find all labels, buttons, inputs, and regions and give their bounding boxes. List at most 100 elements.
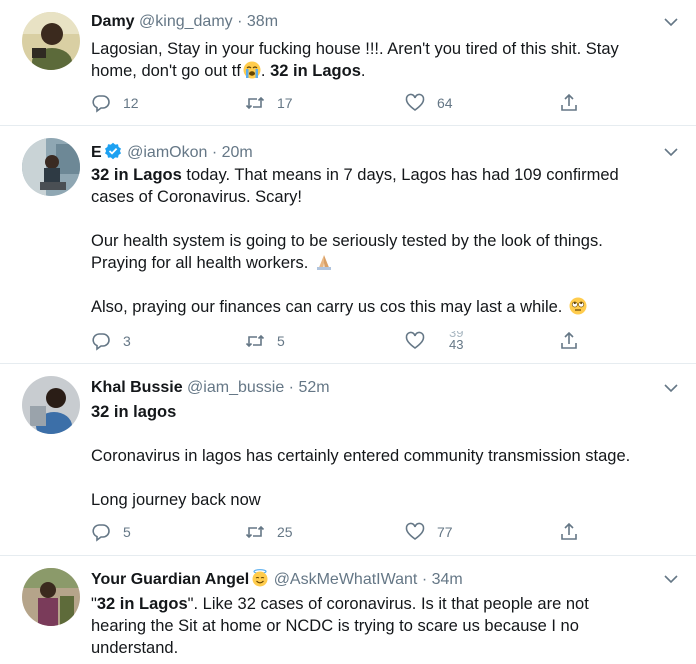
- loudly-crying-face-icon: [243, 61, 261, 79]
- smiling-face-with-halo-icon: [252, 569, 268, 587]
- tweet-text: 32 in lagos Coronavirus in lagos has cer…: [91, 401, 681, 511]
- tweet-khal-bussie[interactable]: Khal Bussie @iam_bussie · 52m 32 in lago…: [0, 364, 696, 556]
- text-line: hearing the Sit at home or NCDC is tryin…: [91, 617, 579, 635]
- timestamp[interactable]: 34m: [432, 571, 463, 588]
- text-line: cases of Coronavirus. Scary!: [91, 188, 302, 206]
- hashtag-bold[interactable]: 32 in Lagos: [97, 595, 188, 613]
- chevron-down-icon[interactable]: [664, 383, 678, 393]
- author-handle[interactable]: @iam_bussie: [187, 379, 284, 396]
- text-line: Lagosian, Stay in your fucking house !!!…: [91, 40, 619, 58]
- text-segment: Also, praying our finances can carry us …: [91, 298, 563, 316]
- text-segment: Praying for all health workers.: [91, 254, 309, 272]
- reply-icon: [92, 95, 110, 113]
- tweet-actions: 12 17 64: [91, 92, 591, 114]
- tweet-header: Damy @king_damy · 38m: [91, 12, 278, 32]
- like-count-animating: 39 43: [437, 331, 463, 351]
- share-icon: [561, 331, 577, 349]
- chevron-down-icon[interactable]: [664, 574, 678, 584]
- chevron-down-icon[interactable]: [664, 147, 678, 157]
- hashtag-bold[interactable]: 32 in Lagos: [270, 62, 361, 80]
- like-button[interactable]: 77: [405, 521, 453, 543]
- author-name[interactable]: Damy: [91, 13, 135, 30]
- text-segment: home, don't go out tf: [91, 62, 241, 80]
- avatar[interactable]: [22, 12, 80, 70]
- tweet-header: Your Guardian Angel @AskMeWhatIWant · 34…: [91, 569, 463, 590]
- retweet-button[interactable]: 5: [245, 330, 285, 352]
- tweet-e[interactable]: E @iamOkon · 20m 32 in Lagos today. That…: [0, 126, 696, 364]
- timestamp[interactable]: 52m: [298, 379, 329, 396]
- tweet-your-guardian-angel[interactable]: Your Guardian Angel @AskMeWhatIWant · 34…: [0, 556, 696, 664]
- reply-count: 5: [123, 524, 131, 540]
- reply-button[interactable]: 5: [91, 521, 131, 543]
- author-name[interactable]: Khal Bussie: [91, 379, 183, 396]
- reply-icon: [92, 524, 110, 542]
- reply-button[interactable]: 12: [91, 92, 139, 114]
- tweet-text: "32 in Lagos". Like 32 cases of coronavi…: [91, 593, 681, 659]
- like-count: 77: [437, 524, 453, 540]
- share-button[interactable]: [559, 330, 579, 352]
- author-name[interactable]: E: [91, 144, 102, 161]
- separator-dot: ·: [421, 571, 428, 588]
- separator-dot: ·: [237, 13, 243, 30]
- retweet-button[interactable]: 17: [245, 92, 293, 114]
- tweet-header: E @iamOkon · 20m: [91, 142, 253, 163]
- reply-count: 3: [123, 333, 131, 349]
- share-icon: [561, 522, 577, 540]
- retweet-icon: [245, 525, 265, 539]
- hashtag-bold[interactable]: 32 in lagos: [91, 403, 176, 421]
- text-line: Praying for all health workers.: [91, 252, 681, 274]
- tweet-actions: 3 5 39 43: [91, 330, 591, 352]
- author-name[interactable]: Your Guardian Angel: [91, 571, 249, 588]
- like-count: 43: [449, 337, 464, 352]
- tweet-damy[interactable]: Damy @king_damy · 38m Lagosian, Stay in …: [0, 0, 696, 126]
- separator-dot: ·: [211, 144, 218, 161]
- share-icon: [561, 93, 577, 111]
- text-line: 32 in lagos: [91, 401, 681, 423]
- retweet-button[interactable]: 25: [245, 521, 293, 543]
- like-button[interactable]: 64: [405, 92, 453, 114]
- text-segment: ". Like 32 cases of coronavirus. Is it t…: [187, 595, 589, 613]
- text-line: Long journey back now: [91, 491, 261, 509]
- text-line: Our health system is going to be serious…: [91, 232, 603, 250]
- chevron-down-icon[interactable]: [664, 17, 678, 27]
- tweet-feed: Damy @king_damy · 38m Lagosian, Stay in …: [0, 0, 696, 664]
- share-button[interactable]: [559, 92, 579, 114]
- avatar[interactable]: [22, 568, 80, 626]
- text-line: Also, praying our finances can carry us …: [91, 296, 681, 318]
- separator-dot: ·: [288, 379, 294, 396]
- text-segment: .: [260, 62, 271, 80]
- folded-hands-icon: [316, 255, 331, 270]
- avatar[interactable]: [22, 138, 80, 196]
- tweet-text: 32 in Lagos today. That means in 7 days,…: [91, 164, 681, 318]
- timestamp[interactable]: 20m: [222, 144, 253, 161]
- reply-button[interactable]: 3: [91, 330, 131, 352]
- like-button[interactable]: 39 43: [405, 330, 463, 352]
- timestamp[interactable]: 38m: [247, 13, 278, 30]
- retweet-count: 17: [277, 95, 293, 111]
- author-handle[interactable]: @iamOkon: [127, 144, 207, 161]
- retweet-count: 5: [277, 333, 285, 349]
- tweet-header: Khal Bussie @iam_bussie · 52m: [91, 378, 330, 398]
- text-line: "32 in Lagos". Like 32 cases of coronavi…: [91, 593, 681, 615]
- avatar[interactable]: [22, 376, 80, 434]
- heart-icon: [405, 331, 425, 349]
- author-handle[interactable]: @king_damy: [139, 13, 233, 30]
- text-line: understand.: [91, 639, 179, 657]
- heart-icon: [405, 522, 425, 540]
- hashtag-bold[interactable]: 32 in Lagos: [91, 166, 182, 184]
- tweet-text: Lagosian, Stay in your fucking house !!!…: [91, 38, 681, 82]
- text-segment: .: [360, 62, 366, 80]
- retweet-icon: [245, 334, 265, 348]
- retweet-count: 25: [277, 524, 293, 540]
- reply-count: 12: [123, 95, 139, 111]
- author-handle[interactable]: @AskMeWhatIWant: [274, 571, 418, 588]
- text-line: Coronavirus in lagos has certainly enter…: [91, 447, 631, 465]
- face-with-rolling-eyes-icon: [569, 297, 587, 315]
- verified-badge-icon: [104, 142, 121, 160]
- heart-icon: [405, 93, 425, 111]
- share-button[interactable]: [559, 521, 579, 543]
- tweet-actions: 5 25 77: [91, 521, 591, 543]
- text-segment: today. That means in 7 days, Lagos has h…: [181, 166, 619, 184]
- like-count: 64: [437, 95, 453, 111]
- text-line: 32 in Lagos today. That means in 7 days,…: [91, 164, 681, 186]
